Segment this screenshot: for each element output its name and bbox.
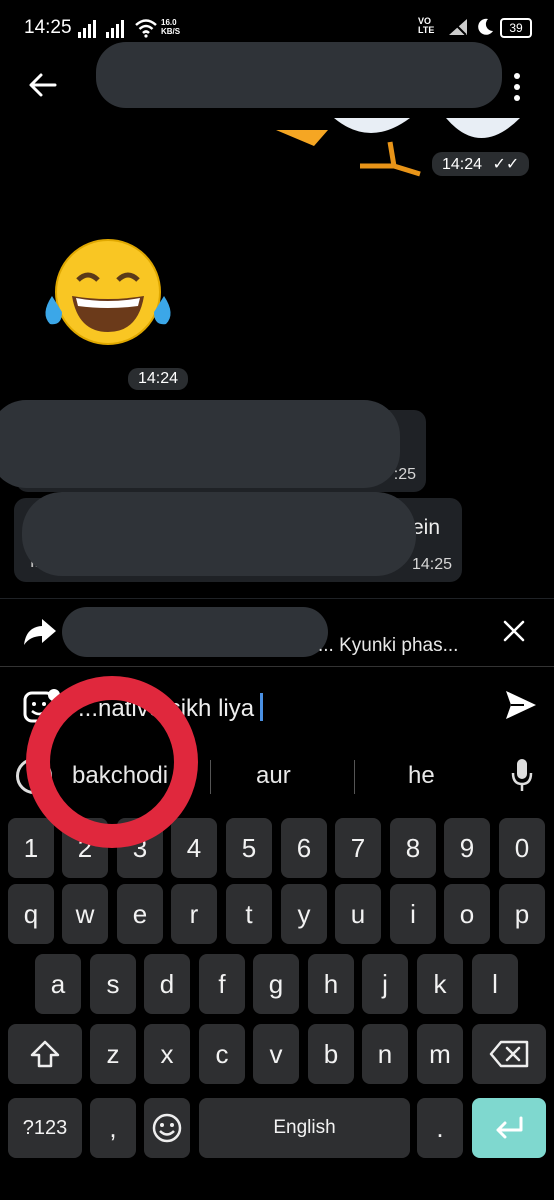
suggestion-2[interactable]: aur (256, 762, 291, 790)
smiley-icon (152, 1113, 182, 1143)
more-options-icon[interactable] (510, 72, 524, 102)
enter-key[interactable] (472, 1098, 546, 1158)
period-key[interactable]: . (417, 1098, 463, 1158)
double-check-icon: ✓✓ (492, 156, 520, 173)
key-u[interactable]: u (335, 884, 381, 944)
key-m[interactable]: m (417, 1024, 463, 1084)
key-6[interactable]: 6 (281, 818, 327, 878)
key-g[interactable]: g (253, 954, 299, 1014)
red-annotation-circle (26, 676, 198, 848)
sticker-timestamp: 14:24 ✓✓ (432, 152, 530, 176)
key-n[interactable]: n (362, 1024, 408, 1084)
key-4[interactable]: 4 (171, 818, 217, 878)
key-r[interactable]: r (171, 884, 217, 944)
key-5[interactable]: 5 (226, 818, 272, 878)
key-x[interactable]: x (144, 1024, 190, 1084)
key-v[interactable]: v (253, 1024, 299, 1084)
network-speed: 16.0 KB/S (161, 18, 181, 36)
emoji-key[interactable] (144, 1098, 190, 1158)
redacted-contact-name[interactable] (96, 42, 502, 108)
key-a[interactable]: a (35, 954, 81, 1014)
back-arrow-icon[interactable] (28, 72, 58, 98)
key-h[interactable]: h (308, 954, 354, 1014)
key-b[interactable]: b (308, 1024, 354, 1084)
chat-area: 14:24 ✓✓ 14:24 :25 ein li ya 14:25 (0, 118, 554, 598)
key-q[interactable]: q (8, 884, 54, 944)
key-c[interactable]: c (199, 1024, 245, 1084)
comma-key[interactable]: , (90, 1098, 136, 1158)
key-i[interactable]: i (390, 884, 436, 944)
wifi-icon (135, 19, 157, 38)
close-icon[interactable] (502, 619, 526, 643)
text-cursor (260, 693, 264, 721)
key-k[interactable]: k (417, 954, 463, 1014)
no-signal-icon (449, 18, 467, 36)
message-2-timestamp: 14:25 (411, 556, 452, 573)
send-icon[interactable] (504, 689, 538, 721)
laughing-emoji-icon[interactable] (38, 236, 178, 346)
message-1-timestamp: :25 (393, 466, 416, 483)
key-z[interactable]: z (90, 1024, 136, 1084)
key-j[interactable]: j (362, 954, 408, 1014)
chat-header (0, 42, 554, 118)
signal-icon-2 (106, 20, 124, 38)
backspace-icon (489, 1040, 529, 1068)
symbols-key[interactable]: ?123 (8, 1098, 82, 1158)
key-f[interactable]: f (199, 954, 245, 1014)
do-not-disturb-moon-icon (478, 18, 493, 35)
divider (210, 760, 211, 794)
key-l[interactable]: l (472, 954, 518, 1014)
shift-key[interactable] (8, 1024, 82, 1084)
shift-icon (30, 1040, 60, 1068)
reply-preview-text: ... Kyunki phas... (318, 635, 459, 656)
forward-icon (24, 619, 56, 645)
enter-icon (496, 1116, 523, 1139)
backspace-key[interactable] (472, 1024, 546, 1084)
key-y[interactable]: y (281, 884, 327, 944)
space-key[interactable]: English (199, 1098, 410, 1158)
key-0[interactable]: 0 (499, 818, 545, 878)
signal-icon (78, 20, 96, 38)
key-7[interactable]: 7 (335, 818, 381, 878)
volte-indicator: VO LTE (418, 16, 435, 35)
divider (354, 760, 355, 794)
key-d[interactable]: d (144, 954, 190, 1014)
key-t[interactable]: t (226, 884, 272, 944)
redacted-message-1 (0, 400, 400, 488)
key-1[interactable]: 1 (8, 818, 54, 878)
emoji-timestamp: 14:24 (128, 368, 189, 390)
key-9[interactable]: 9 (444, 818, 490, 878)
key-w[interactable]: w (62, 884, 108, 944)
key-p[interactable]: p (499, 884, 545, 944)
key-8[interactable]: 8 (390, 818, 436, 878)
redacted-message-2 (22, 492, 416, 576)
key-e[interactable]: e (117, 884, 163, 944)
key-s[interactable]: s (90, 954, 136, 1014)
reply-bar: ... Kyunki phas... (0, 598, 554, 667)
redacted-reply-sender (62, 607, 328, 657)
message-2-partial-text: ein (412, 516, 441, 539)
clock: 14:25 (24, 17, 72, 38)
battery-icon: 39 (500, 18, 532, 38)
suggestion-3[interactable]: he (408, 762, 435, 790)
microphone-icon[interactable] (510, 758, 534, 792)
key-o[interactable]: o (444, 884, 490, 944)
